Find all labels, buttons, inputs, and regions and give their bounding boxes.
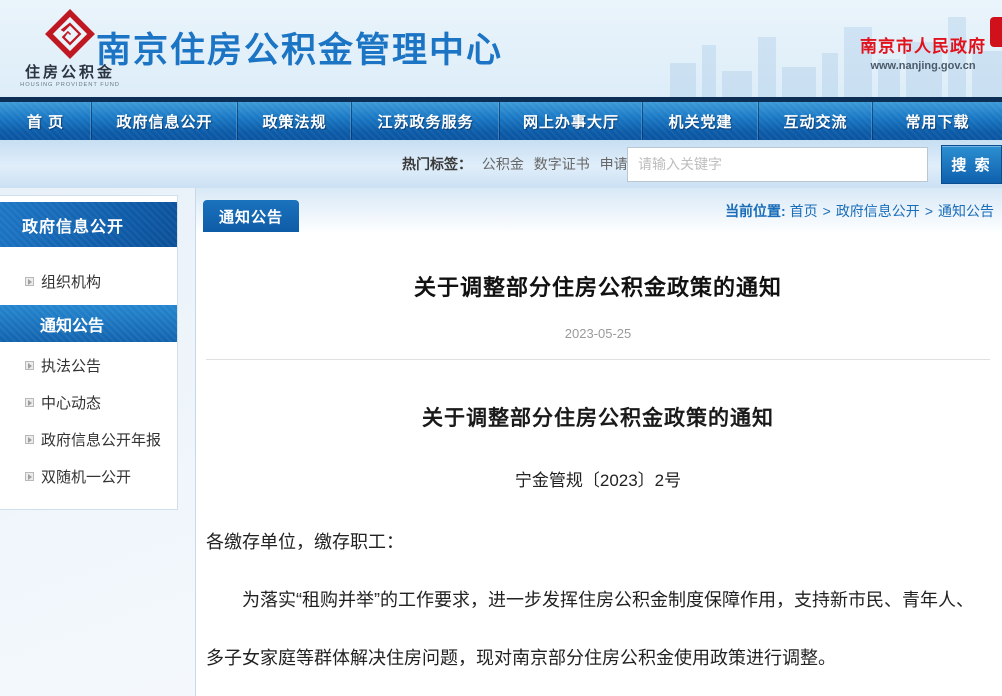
nav-item-online-hall[interactable]: 网上办事大厅 xyxy=(500,102,643,140)
document-title: 关于调整部分住房公积金政策的通知 xyxy=(206,402,990,432)
search-strip: 热门标签： 公积金 数字证书 申请表 搜 索 xyxy=(0,140,1002,188)
article-title: 关于调整部分住房公积金政策的通知 xyxy=(206,270,990,302)
hot-tag-certificate[interactable]: 数字证书 xyxy=(534,156,590,172)
breadcrumb-separator: > xyxy=(823,203,831,219)
breadcrumb-gov-info[interactable]: 政府信息公开 xyxy=(836,203,920,219)
nav-item-policy[interactable]: 政策法规 xyxy=(238,102,352,140)
logo-text-en: HOUSING PROVIDENT FUND xyxy=(19,82,122,88)
article-divider xyxy=(206,359,990,360)
hot-tags-label: 热门标签： xyxy=(402,156,472,172)
bullet-arrow-icon xyxy=(25,398,34,407)
site-header: 住房公积金 HOUSING PROVIDENT FUND 南京住房公积金管理中心… xyxy=(0,0,1002,97)
sidebar-item-notices[interactable]: 通知公告 xyxy=(0,305,177,342)
breadcrumb-separator: > xyxy=(925,203,933,219)
sidebar-item-label: 中心动态 xyxy=(41,392,101,413)
gov-portal-title[interactable]: 南京市人民政府 xyxy=(860,32,986,57)
sidebar-item-label: 双随机一公开 xyxy=(41,466,131,487)
sidebar-item-center-news[interactable]: 中心动态 xyxy=(0,384,177,421)
sidebar-item-annual-report[interactable]: 政府信息公开年报 xyxy=(0,421,177,458)
sidebar-item-double-random[interactable]: 双随机一公开 xyxy=(0,458,177,495)
article-date: 2023-05-25 xyxy=(206,326,990,341)
provident-fund-logo-icon xyxy=(44,8,96,60)
sidebar-item-label: 组织机构 xyxy=(41,271,101,292)
article-paragraph: 为落实“租购并举”的工作要求，进一步发挥住房公积金制度保障作用，支持新市民、青年… xyxy=(206,571,990,687)
bullet-arrow-icon xyxy=(25,361,34,370)
search-button[interactable]: 搜 索 xyxy=(941,145,1002,184)
document-number: 宁金管规〔2023〕2号 xyxy=(206,466,990,491)
bullet-arrow-icon xyxy=(25,472,34,481)
sidebar-item-label: 通知公告 xyxy=(40,312,104,336)
breadcrumb: 当前位置: 首页 > 政府信息公开 > 通知公告 xyxy=(725,201,994,221)
breadcrumb-home[interactable]: 首页 xyxy=(790,203,818,219)
tab-strip: 通知公告 当前位置: 首页 > 政府信息公开 > 通知公告 xyxy=(196,188,1002,232)
bullet-arrow-icon xyxy=(25,277,34,286)
article: 关于调整部分住房公积金政策的通知 2023-05-25 关于调整部分住房公积金政… xyxy=(196,232,1002,687)
sidebar-item-organization[interactable]: 组织机构 xyxy=(0,263,177,300)
nav-item-js-service[interactable]: 江苏政务服务 xyxy=(352,102,500,140)
article-paragraph: 各缴存单位，缴存职工： xyxy=(206,513,990,571)
gov-portal-url[interactable]: www.nanjing.gov.cn xyxy=(860,60,986,72)
main-nav: 首 页 政府信息公开 政策法规 江苏政务服务 网上办事大厅 机关党建 互动交流 … xyxy=(0,102,1002,140)
bullet-arrow-icon xyxy=(25,435,34,444)
nav-item-home[interactable]: 首 页 xyxy=(0,102,92,140)
breadcrumb-notices[interactable]: 通知公告 xyxy=(938,203,994,219)
sidebar-item-label: 执法公告 xyxy=(41,355,101,376)
hot-tag-gongjijin[interactable]: 公积金 xyxy=(482,156,524,172)
sidebar-item-enforcement[interactable]: 执法公告 xyxy=(0,347,177,384)
breadcrumb-label: 当前位置: xyxy=(725,203,786,219)
corner-red-badge xyxy=(990,17,1002,47)
hot-tags: 热门标签： 公积金 数字证书 申请表 xyxy=(402,154,642,174)
nav-item-interact[interactable]: 互动交流 xyxy=(759,102,873,140)
sidebar: 政府信息公开 组织机构 通知公告 执法公告 中心动态 政府信息公开年报 双随机一… xyxy=(0,195,178,510)
tab-notices[interactable]: 通知公告 xyxy=(203,200,299,232)
nav-item-downloads[interactable]: 常用下载 xyxy=(873,102,1002,140)
sidebar-item-label: 政府信息公开年报 xyxy=(41,429,161,450)
nav-item-gov-info[interactable]: 政府信息公开 xyxy=(92,102,238,140)
search-input[interactable] xyxy=(627,147,928,182)
gov-portal-link[interactable]: 南京市人民政府 www.nanjing.gov.cn xyxy=(860,32,986,72)
site-title: 南京住房公积金管理中心 xyxy=(96,22,503,73)
nav-item-party[interactable]: 机关党建 xyxy=(643,102,759,140)
article-body: 各缴存单位，缴存职工： 为落实“租购并举”的工作要求，进一步发挥住房公积金制度保… xyxy=(206,513,990,687)
sidebar-header: 政府信息公开 xyxy=(0,202,177,247)
main-panel: 通知公告 当前位置: 首页 > 政府信息公开 > 通知公告 关于调整部分住房公积金政策的… xyxy=(195,188,1002,696)
content-region: 政府信息公开 组织机构 通知公告 执法公告 中心动态 政府信息公开年报 双随机一… xyxy=(0,188,1002,696)
